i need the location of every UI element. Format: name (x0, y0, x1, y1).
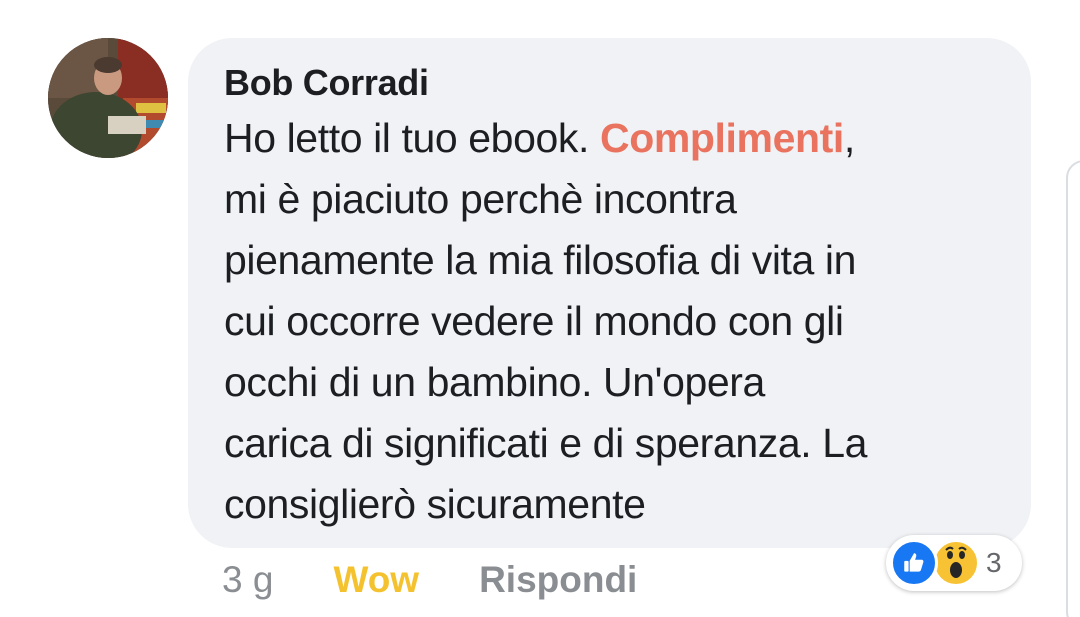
like-icon (890, 539, 938, 587)
comment-line: mi è piaciuto perchè incontra (224, 176, 737, 222)
comment-actions: 3 g Wow Rispondi (222, 556, 637, 604)
comment-bubble: Bob Corradi Ho letto il tuo ebook. Compl… (188, 38, 1031, 548)
comment-line: consiglierò sicuramente (224, 481, 646, 527)
reaction-count: 3 (986, 547, 1002, 578)
avatar-photo (48, 38, 168, 158)
comment-line: carica di significati e di speranza. La (224, 420, 868, 466)
comment-line: occhi di un bambino. Un'opera (224, 359, 765, 405)
comment-line-text: , (843, 115, 855, 161)
comment-line: Ho letto il tuo ebook. Complimenti, (224, 108, 1001, 169)
wow-reaction-button[interactable]: Wow (333, 559, 419, 601)
reply-button[interactable]: Rispondi (479, 559, 637, 601)
comment-author[interactable]: Bob Corradi (224, 60, 1001, 106)
adjacent-panel-edge (1066, 160, 1080, 617)
comment-thread: Bob Corradi Ho letto il tuo ebook. Compl… (0, 0, 1080, 617)
reactions-summary[interactable]: 3 (886, 535, 1022, 591)
comment-highlight: Complimenti (599, 115, 844, 161)
comment-timestamp[interactable]: 3 g (222, 559, 273, 601)
comment-line: pienamente la mia filosofia di vita in (224, 237, 857, 283)
wow-icon (932, 539, 980, 587)
comment-text: Ho letto il tuo ebook. Complimenti, mi è… (224, 108, 1001, 535)
comment-line: cui occorre vedere il mondo con gli (224, 298, 844, 344)
comment-line-text: Ho letto il tuo ebook. (224, 115, 600, 161)
avatar[interactable] (48, 38, 168, 158)
